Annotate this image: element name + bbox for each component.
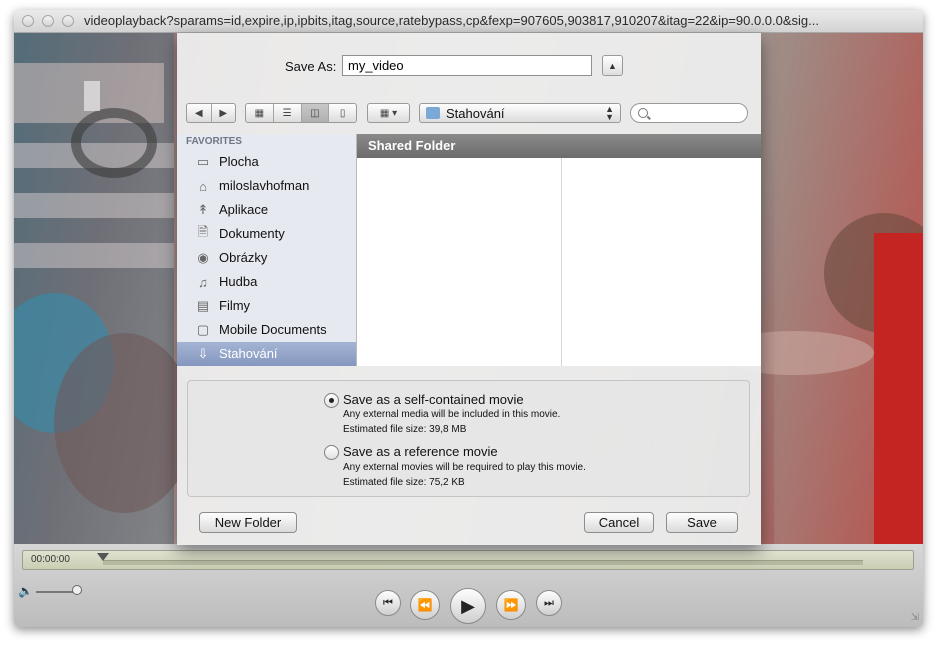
- self-contained-desc: Any external media will be included in t…: [343, 409, 561, 420]
- reference-radio[interactable]: [324, 445, 339, 460]
- navigation-bar: ◀ ▶ ▦ ☰ ◫ ▯ ▦ ▾ Stahování ▲ ▼: [177, 97, 761, 129]
- reference-size: Estimated file size: 75,2 KB: [343, 477, 465, 488]
- film-icon: ▤: [196, 298, 210, 313]
- skip-end-icon: ⏭: [544, 596, 554, 609]
- back-forward-control[interactable]: ◀ ▶: [186, 103, 236, 123]
- view-mode-control[interactable]: ▦ ☰ ◫ ▯: [245, 103, 357, 123]
- timecode: 00:00:00: [31, 554, 70, 565]
- icon-view-icon[interactable]: ▦: [246, 104, 274, 122]
- skip-to-end-button[interactable]: ⏭: [536, 590, 562, 616]
- sidebar-item-filmy[interactable]: ▤ Filmy: [177, 294, 356, 318]
- location-popup[interactable]: Stahování ▲ ▼: [419, 103, 621, 123]
- sidebar-item-obrazky[interactable]: ◉ Obrázky: [177, 246, 356, 270]
- reference-label[interactable]: Save as a reference movie: [343, 444, 498, 459]
- documents-icon: 🗎: [197, 224, 209, 239]
- play-icon: ▶: [461, 595, 475, 616]
- rewind-icon: ⏪: [417, 598, 433, 612]
- sidebar-item-aplikace[interactable]: ↟ Aplikace: [177, 198, 356, 222]
- rewind-button[interactable]: ⏪: [410, 590, 440, 620]
- search-icon: [638, 108, 648, 118]
- sidebar-item-label: Plocha: [219, 154, 259, 169]
- column-header-label: Shared Folder: [368, 138, 456, 153]
- sidebar-item-plocha[interactable]: ▭ Plocha: [177, 150, 356, 174]
- updown-arrows-icon: ▲ ▼: [605, 104, 614, 122]
- save-options-box: Save as a self-contained movie Any exter…: [187, 380, 750, 497]
- save-as-label: Save As:: [285, 59, 337, 74]
- playhead-handle[interactable]: [97, 553, 109, 561]
- sidebar-item-home[interactable]: ⌂ miloslavhofman: [177, 174, 356, 198]
- folder-icon: [426, 107, 440, 119]
- sidebar-item-label: miloslavhofman: [219, 178, 310, 193]
- controller-bar: 00:00:00 🔈 ⏮ ⏪ ▶ ⏩ ⏭ ⇲: [14, 544, 923, 627]
- sidebar-item-label: Stahování: [219, 346, 278, 361]
- zoom-button[interactable]: [62, 15, 74, 27]
- folder-icon: ▢: [196, 322, 210, 337]
- timeline-track[interactable]: [103, 560, 863, 565]
- resize-grip-icon[interactable]: ⇲: [911, 612, 919, 623]
- save-dialog: Save As: ▲ ◀ ▶ ▦ ☰ ◫ ▯ ▦ ▾ Stahování ▲▼ …: [177, 33, 761, 545]
- column-header: Shared Folder: [357, 134, 761, 158]
- home-icon: ⌂: [199, 178, 207, 194]
- new-folder-button[interactable]: New Folder: [199, 512, 297, 533]
- fast-forward-button[interactable]: ⏩: [496, 590, 526, 620]
- close-button[interactable]: [22, 15, 34, 27]
- fast-forward-icon: ⏩: [503, 598, 519, 612]
- downloads-icon: ⇩: [197, 346, 209, 361]
- play-button[interactable]: ▶: [450, 588, 486, 624]
- sidebar-item-label: Hudba: [219, 274, 258, 289]
- expand-dialog-button[interactable]: ▲: [602, 55, 623, 76]
- favorites-header: FAVORITES: [186, 136, 242, 147]
- sidebar-item-label: Obrázky: [219, 250, 268, 265]
- music-icon: ♫: [198, 274, 208, 290]
- coverflow-view-icon[interactable]: ▯: [329, 104, 356, 122]
- save-button[interactable]: Save: [666, 512, 738, 533]
- volume-slider[interactable]: [36, 591, 76, 593]
- self-contained-radio[interactable]: [324, 393, 339, 408]
- sidebar-item-label: Aplikace: [219, 202, 269, 217]
- skip-start-icon: ⏮: [383, 596, 393, 609]
- volume-icon: 🔈: [18, 584, 33, 598]
- volume-knob[interactable]: [72, 585, 82, 595]
- sidebar: FAVORITES ▭ Plocha ⌂ miloslavhofman ↟ Ap…: [177, 134, 357, 366]
- sidebar-item-stahovani[interactable]: ⇩ Stahování: [177, 342, 356, 366]
- sidebar-item-label: Filmy: [219, 298, 251, 313]
- column-browser[interactable]: Shared Folder: [357, 134, 761, 366]
- title-bar[interactable]: videoplayback?sparams=id,expire,ip,ipbit…: [14, 10, 923, 33]
- back-icon[interactable]: ◀: [187, 104, 212, 122]
- desktop-icon: ▭: [196, 154, 210, 169]
- arrange-menu-button[interactable]: ▦ ▾: [367, 103, 410, 123]
- reference-desc: Any external movies will be required to …: [343, 462, 586, 473]
- filename-input[interactable]: [342, 55, 592, 76]
- window-title: videoplayback?sparams=id,expire,ip,ipbit…: [84, 13, 820, 28]
- cancel-button[interactable]: Cancel: [584, 512, 654, 533]
- search-field[interactable]: [630, 103, 748, 123]
- arrange-icon[interactable]: ▦ ▾: [368, 104, 409, 122]
- column-divider[interactable]: [561, 158, 562, 366]
- chevron-up-icon: ▲: [608, 60, 617, 71]
- sidebar-item-label: Dokumenty: [219, 226, 285, 241]
- list-view-icon[interactable]: ☰: [274, 104, 302, 122]
- self-contained-size: Estimated file size: 39,8 MB: [343, 424, 467, 435]
- column-view-icon[interactable]: ◫: [301, 104, 330, 122]
- applications-icon: ↟: [197, 202, 209, 217]
- forward-icon[interactable]: ▶: [212, 104, 236, 122]
- sidebar-item-mobile-documents[interactable]: ▢ Mobile Documents: [177, 318, 356, 342]
- sidebar-item-dokumenty[interactable]: 🗎 Dokumenty: [177, 222, 356, 246]
- location-label: Stahování: [446, 106, 505, 121]
- skip-to-start-button[interactable]: ⏮: [375, 590, 401, 616]
- minimize-button[interactable]: [42, 15, 54, 27]
- timeline-scrubber[interactable]: 00:00:00: [22, 550, 914, 570]
- sidebar-item-hudba[interactable]: ♫ Hudba: [177, 270, 356, 294]
- self-contained-label[interactable]: Save as a self-contained movie: [343, 392, 524, 407]
- camera-icon: ◉: [197, 250, 209, 265]
- sidebar-item-label: Mobile Documents: [219, 322, 327, 337]
